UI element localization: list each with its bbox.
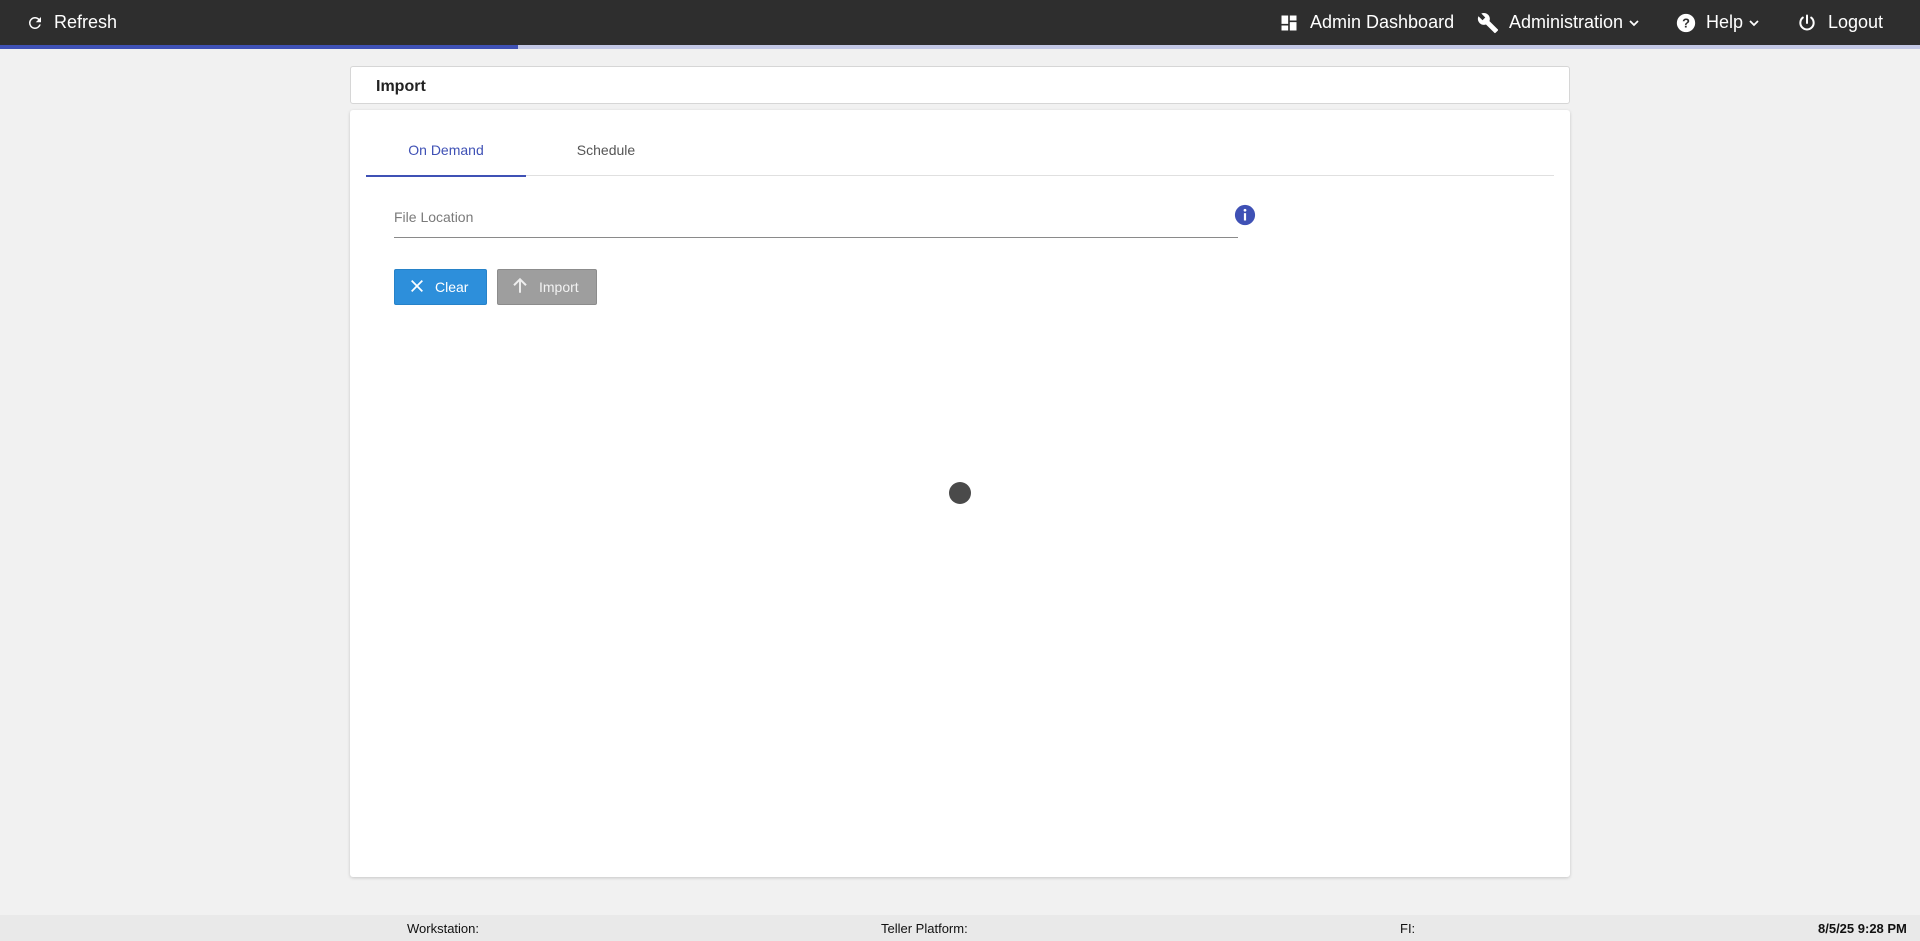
- loading-progress-bar: [0, 45, 1920, 49]
- import-button[interactable]: Import: [497, 269, 597, 305]
- timestamp: 8/5/25 9:28 PM: [1818, 920, 1907, 936]
- wrench-icon: [1477, 12, 1499, 34]
- loading-progress-fill: [0, 45, 519, 49]
- status-bar: Workstation: Teller Platform: FI: 8/5/25…: [0, 915, 1920, 941]
- refresh-button[interactable]: Refresh: [26, 0, 117, 45]
- fi-label: FI:: [1400, 920, 1416, 936]
- close-icon: [395, 278, 425, 297]
- help-menu[interactable]: ? Help: [1675, 0, 1760, 45]
- teller-platform-label: Teller Platform:: [881, 920, 968, 936]
- dashboard-icon: [1279, 13, 1299, 33]
- refresh-icon: [26, 14, 44, 32]
- clear-button-label: Clear: [435, 279, 469, 295]
- power-icon: [1797, 13, 1817, 33]
- logout-label: Logout: [1828, 12, 1884, 32]
- page-title: Import: [376, 78, 426, 95]
- results-area: [366, 332, 1554, 862]
- info-icon[interactable]: [1234, 204, 1256, 226]
- tab-schedule[interactable]: Schedule: [526, 124, 686, 176]
- page-header: Import: [350, 66, 1570, 104]
- tab-bar: On Demand Schedule: [366, 124, 1554, 177]
- file-location-input[interactable]: [394, 204, 1238, 230]
- top-navigation-bar: Refresh Admin Dashboard Administration ?…: [0, 0, 1920, 45]
- refresh-label: Refresh: [54, 12, 118, 32]
- tab-on-demand[interactable]: On Demand: [366, 124, 526, 177]
- import-button-label: Import: [539, 279, 579, 295]
- workstation-label: Workstation:: [407, 920, 480, 936]
- chevron-down-icon: [1628, 17, 1640, 29]
- administration-label: Administration: [1509, 12, 1624, 32]
- administration-menu[interactable]: Administration: [1477, 0, 1640, 45]
- admin-dashboard-label: Admin Dashboard: [1310, 12, 1455, 32]
- clear-button[interactable]: Clear: [394, 269, 487, 305]
- help-label: Help: [1706, 12, 1744, 32]
- import-panel: On Demand Schedule Clear Import: [350, 110, 1570, 877]
- loading-spinner: [949, 482, 971, 504]
- file-location-field: [394, 200, 1238, 238]
- arrow-up-icon: [498, 277, 529, 298]
- logout-button[interactable]: Logout: [1797, 0, 1883, 45]
- help-icon: ?: [1675, 12, 1697, 34]
- chevron-down-icon: [1748, 17, 1760, 29]
- svg-text:?: ?: [1682, 15, 1690, 30]
- admin-dashboard-button[interactable]: Admin Dashboard: [1279, 0, 1454, 45]
